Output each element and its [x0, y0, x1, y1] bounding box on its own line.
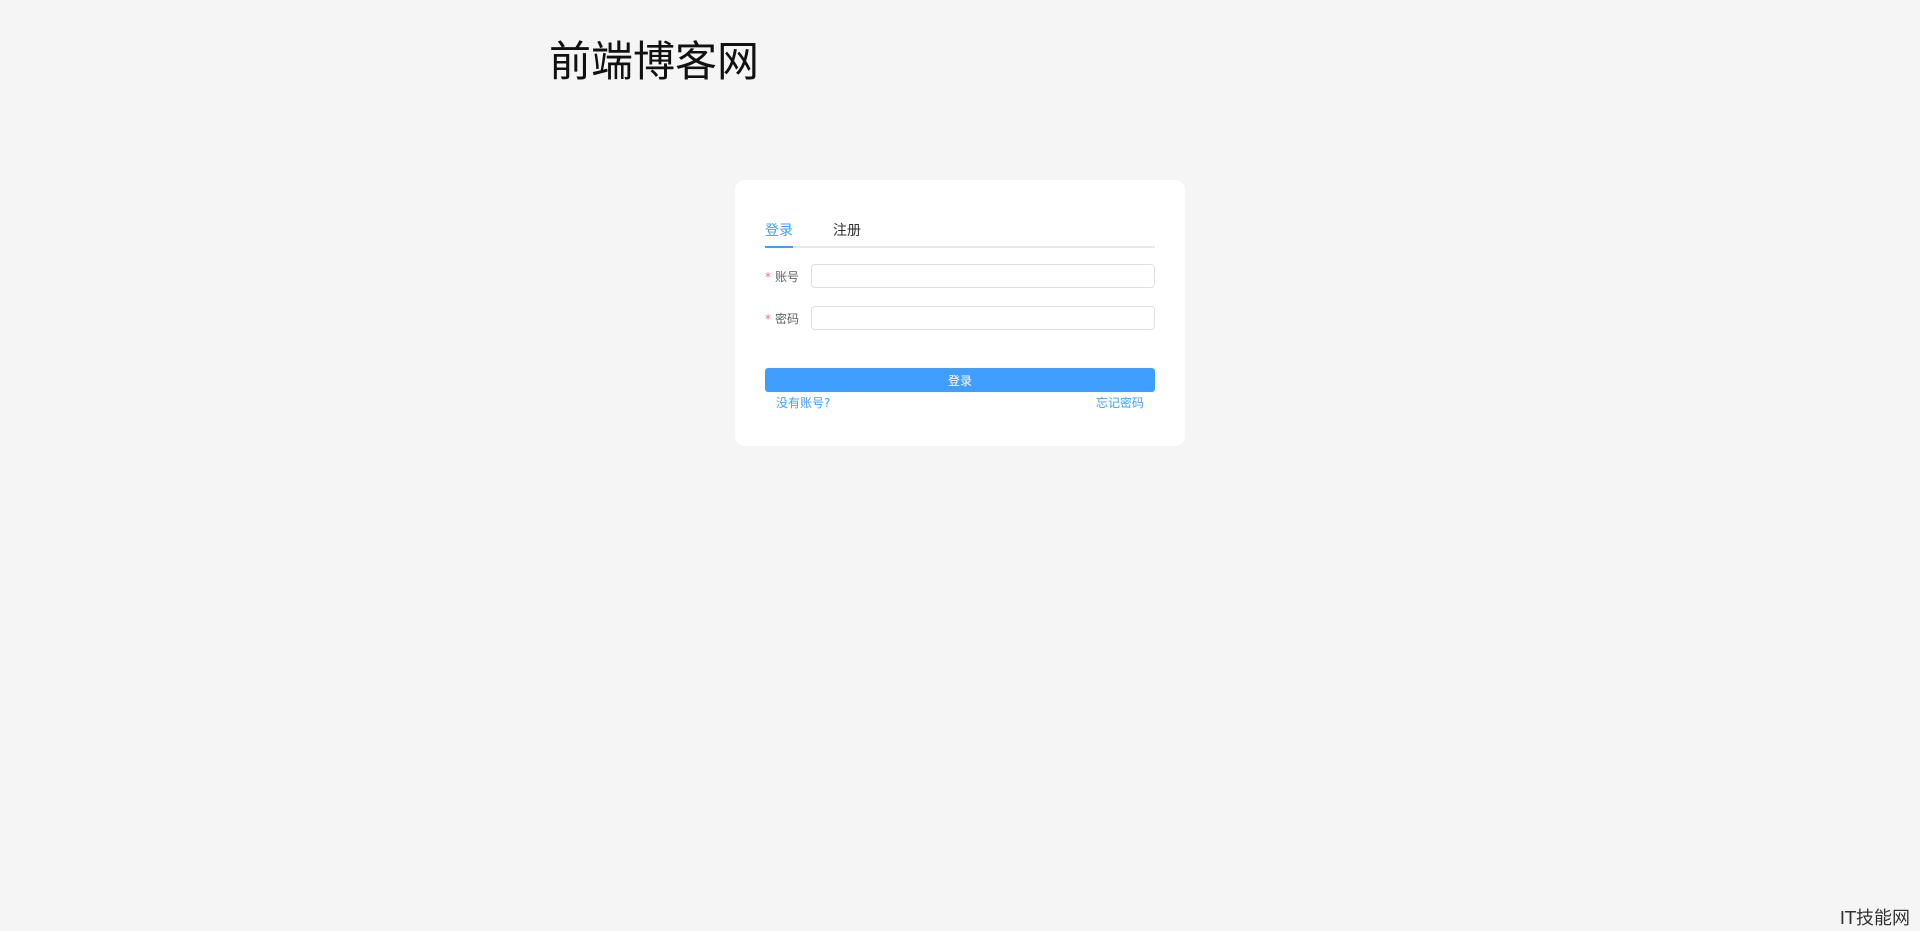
- forgot-password-link[interactable]: 忘记密码: [1096, 394, 1144, 412]
- login-page: 前端博客网 登录 注册 * 账号 * 密码 登录 没有账号? 忘记密码 IT技能网: [0, 0, 1920, 931]
- password-input[interactable]: [811, 306, 1155, 330]
- login-card: 登录 注册 * 账号 * 密码 登录 没有账号? 忘记密码: [735, 180, 1185, 446]
- required-star-icon: *: [765, 269, 771, 284]
- auth-links: 没有账号? 忘记密码: [765, 394, 1155, 412]
- watermark: IT技能网: [1839, 908, 1910, 929]
- tab-login[interactable]: 登录: [765, 216, 793, 248]
- no-account-link[interactable]: 没有账号?: [776, 394, 830, 412]
- account-input[interactable]: [811, 264, 1155, 288]
- tab-register[interactable]: 注册: [833, 216, 861, 246]
- account-label: * 账号: [765, 268, 811, 285]
- auth-tabs: 登录 注册: [765, 216, 1155, 248]
- password-label-text: 密码: [775, 311, 800, 326]
- account-label-text: 账号: [775, 269, 800, 284]
- account-form-row: * 账号: [765, 264, 1155, 288]
- required-star-icon: *: [765, 311, 771, 326]
- password-label: * 密码: [765, 310, 811, 327]
- password-form-row: * 密码: [765, 306, 1155, 330]
- site-title: 前端博客网: [549, 37, 760, 86]
- login-button[interactable]: 登录: [765, 368, 1155, 392]
